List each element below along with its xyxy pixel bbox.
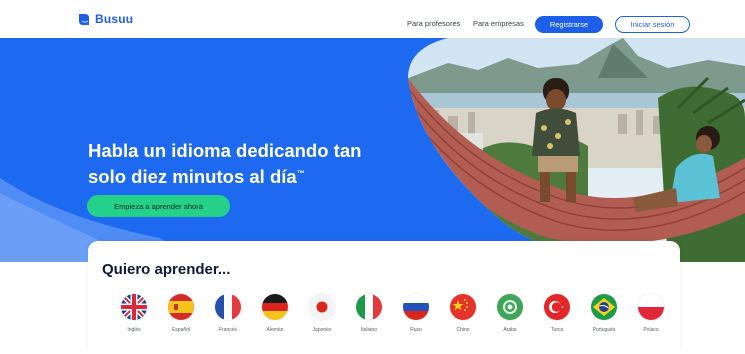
register-button[interactable]: Registrarse <box>535 16 603 33</box>
hero-headline-text: Habla un idioma dedicando tan solo diez … <box>88 140 362 188</box>
start-learning-button[interactable]: Empieza a aprender ahora <box>87 195 230 217</box>
turkey-flag-icon <box>544 294 570 320</box>
poland-flag-icon <box>638 294 664 320</box>
italy-flag-icon <box>356 294 382 320</box>
top-navigation-bar: Busuu Para profesores Para empresas Regi… <box>0 0 745 38</box>
language-label: Ruso <box>410 327 422 333</box>
language-item-english[interactable]: Inglés <box>112 294 156 333</box>
language-item-polish[interactable]: Polaco <box>629 294 673 333</box>
language-label: Japonés <box>312 327 332 333</box>
nav-link-teachers[interactable]: Para profesores <box>407 19 460 28</box>
russia-flag-icon <box>403 294 429 320</box>
language-label: Alemán <box>266 327 284 333</box>
language-item-arabic[interactable]: Árabe <box>488 294 532 333</box>
language-label: Italiano <box>360 327 378 333</box>
language-item-japanese[interactable]: Japonés <box>300 294 344 333</box>
language-item-chinese[interactable]: Chino <box>441 294 485 333</box>
arabic-flag-icon <box>497 294 523 320</box>
language-selection-card: Quiero aprender... Inglés Español Francé… <box>88 241 680 354</box>
language-label: Español <box>171 327 191 333</box>
learn-title: Quiero aprender... <box>102 261 231 278</box>
language-label: Francés <box>218 327 238 333</box>
nav-link-business[interactable]: Para empresas <box>473 19 524 28</box>
language-label: Inglés <box>127 327 141 333</box>
language-item-italian[interactable]: Italiano <box>347 294 391 333</box>
language-item-turkish[interactable]: Turco <box>535 294 579 333</box>
china-flag-icon <box>450 294 476 320</box>
hero-section: Habla un idioma dedicando tan solo diez … <box>0 38 745 262</box>
hero-photo <box>408 38 745 262</box>
language-item-portuguese[interactable]: Portugués <box>582 294 626 333</box>
germany-flag-icon <box>262 294 288 320</box>
hero-headline: Habla un idioma dedicando tan solo diez … <box>88 139 388 188</box>
japan-flag-icon <box>309 294 335 320</box>
language-label: Polaco <box>643 327 659 333</box>
brazil-flag-icon <box>591 294 617 320</box>
logo-text: Busuu <box>95 12 134 26</box>
spain-flag-icon <box>168 294 194 320</box>
trademark-symbol: ™ <box>296 169 305 178</box>
language-label: Portugués <box>592 327 616 333</box>
uk-flag-icon <box>121 294 147 320</box>
france-flag-icon <box>215 294 241 320</box>
language-item-german[interactable]: Alemán <box>253 294 297 333</box>
busuu-logo-icon <box>79 13 89 25</box>
language-label: Turco <box>550 327 564 333</box>
login-button[interactable]: Iniciar sesión <box>615 16 690 33</box>
language-item-french[interactable]: Francés <box>206 294 250 333</box>
language-item-spanish[interactable]: Español <box>159 294 203 333</box>
language-list: Inglés Español Francés Alemán Japonés It… <box>112 294 668 344</box>
language-label: Chino <box>456 327 470 333</box>
language-label: Árabe <box>503 327 517 333</box>
busuu-logo[interactable]: Busuu <box>78 12 133 26</box>
language-item-russian[interactable]: Ruso <box>394 294 438 333</box>
